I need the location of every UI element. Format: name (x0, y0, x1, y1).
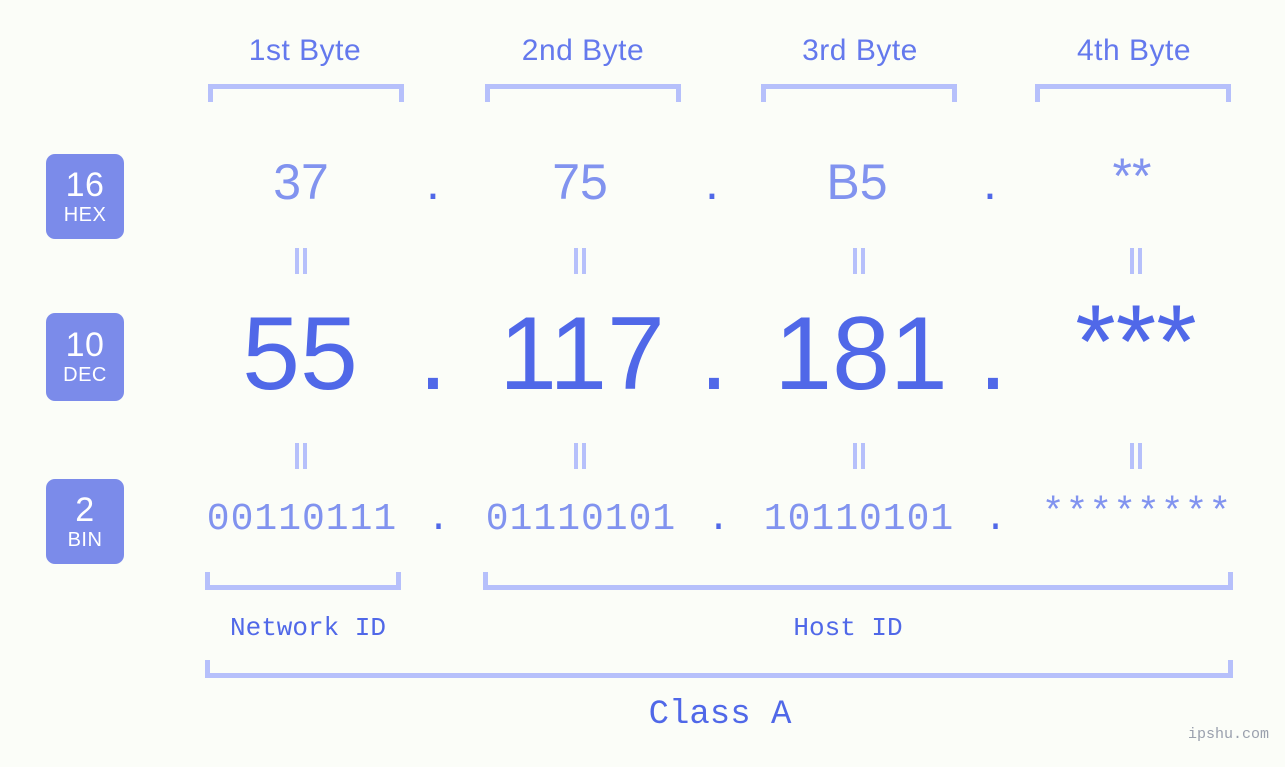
hex-byte-4: ** (1112, 148, 1152, 204)
class-bracket (205, 660, 1233, 678)
equals-icon-dec-bin-1 (293, 443, 309, 469)
byte-header-1: 1st Byte (248, 34, 362, 67)
network-id-bracket (205, 572, 401, 590)
equals-icon-hex-dec-4 (1128, 248, 1144, 274)
network-id-label: Network ID (229, 613, 387, 643)
dec-separator-3: . (978, 296, 1008, 412)
hex-separator-1: . (426, 154, 440, 210)
ip-breakdown-diagram: 1st Byte 2nd Byte 3rd Byte 4th Byte 16 H… (0, 0, 1285, 767)
equals-icon-dec-bin-3 (851, 443, 867, 469)
dec-base-badge: 10 DEC (46, 313, 124, 401)
hex-base-name: HEX (63, 203, 107, 226)
dec-byte-4: *** (1075, 284, 1197, 400)
dec-byte-2: 117 (499, 296, 665, 412)
bin-byte-4: ******** (1041, 492, 1233, 535)
equals-icon-dec-bin-4 (1128, 443, 1144, 469)
watermark: ipshu.com (1187, 726, 1269, 743)
dec-byte-1: 55 (242, 296, 358, 412)
hex-separator-2: . (705, 154, 719, 210)
bin-base-number: 2 (75, 490, 95, 529)
equals-icon-hex-dec-2 (572, 248, 588, 274)
bin-byte-3: 10110101 (763, 498, 955, 541)
byte-header-4: 4th Byte (1076, 34, 1192, 67)
bin-separator-2: . (707, 498, 731, 541)
dec-byte-3: 181 (774, 296, 948, 412)
bin-separator-3: . (984, 498, 1008, 541)
hex-byte-2: 75 (552, 154, 608, 210)
hex-byte-3: B5 (826, 154, 888, 210)
byte-bracket-4 (1035, 84, 1231, 102)
class-label: Class A (648, 696, 792, 734)
hex-base-badge: 16 HEX (46, 154, 124, 239)
bin-base-badge: 2 BIN (46, 479, 124, 564)
equals-icon-dec-bin-2 (572, 443, 588, 469)
bin-byte-1: 00110111 (206, 498, 398, 541)
hex-base-number: 16 (65, 165, 105, 204)
byte-header-2: 2nd Byte (521, 34, 645, 67)
dec-separator-2: . (699, 296, 729, 412)
dec-base-number: 10 (65, 326, 105, 364)
dec-separator-1: . (418, 296, 448, 412)
byte-header-3: 3rd Byte (802, 34, 918, 67)
hex-byte-1: 37 (273, 154, 329, 210)
byte-bracket-3 (761, 84, 957, 102)
equals-icon-hex-dec-3 (851, 248, 867, 274)
host-id-label: Host ID (793, 613, 903, 643)
bin-separator-1: . (427, 498, 451, 541)
bin-base-name: BIN (67, 528, 103, 551)
hex-separator-3: . (983, 154, 997, 210)
bin-byte-2: 01110101 (485, 498, 677, 541)
equals-icon-hex-dec-1 (293, 248, 309, 274)
byte-bracket-2 (485, 84, 681, 102)
dec-base-name: DEC (63, 364, 107, 386)
byte-bracket-1 (208, 84, 404, 102)
host-id-bracket (483, 572, 1233, 590)
